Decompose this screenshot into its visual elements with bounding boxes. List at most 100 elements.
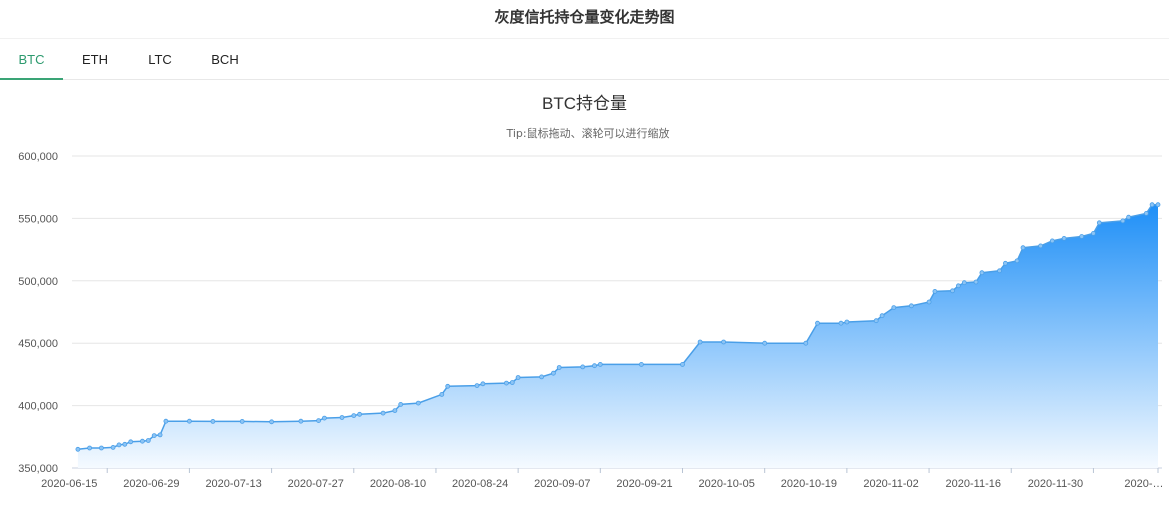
tab-bch[interactable]: BCH bbox=[194, 39, 256, 80]
x-tick-label: 2020-08-24 bbox=[452, 478, 508, 490]
data-point[interactable] bbox=[515, 375, 521, 380]
data-point[interactable] bbox=[357, 411, 363, 417]
y-tick-label: 400,000 bbox=[18, 401, 58, 413]
data-point[interactable] bbox=[415, 400, 421, 406]
data-point[interactable] bbox=[639, 361, 644, 367]
data-point[interactable] bbox=[539, 374, 544, 380]
data-point[interactable] bbox=[116, 442, 122, 448]
data-point[interactable] bbox=[838, 320, 844, 326]
data-point[interactable] bbox=[592, 363, 597, 369]
data-point[interactable] bbox=[99, 445, 104, 451]
x-tick-label: 2020-06-15 bbox=[41, 478, 97, 490]
data-point[interactable] bbox=[339, 415, 345, 420]
data-point[interactable] bbox=[1155, 202, 1161, 208]
data-point[interactable] bbox=[1149, 202, 1155, 208]
data-point[interactable] bbox=[398, 401, 404, 407]
y-tick-label: 350,000 bbox=[18, 463, 58, 475]
data-point[interactable] bbox=[580, 364, 586, 370]
data-point[interactable] bbox=[909, 303, 914, 309]
chart-area[interactable]: BTC持仓量 Tip:鼠标拖动、滚轮可以进行缩放 350,000 400,000 4… bbox=[0, 80, 1169, 505]
data-point[interactable] bbox=[551, 370, 556, 376]
tab-eth[interactable]: ETH bbox=[64, 39, 126, 80]
data-point[interactable] bbox=[697, 339, 703, 345]
data-point[interactable] bbox=[210, 418, 216, 424]
data-point[interactable] bbox=[321, 415, 327, 421]
data-point[interactable] bbox=[163, 418, 169, 424]
data-point[interactable] bbox=[961, 280, 967, 286]
data-point[interactable] bbox=[1120, 218, 1126, 224]
data-point[interactable] bbox=[474, 383, 480, 389]
data-point[interactable] bbox=[1096, 220, 1102, 226]
data-point[interactable] bbox=[145, 438, 151, 443]
data-point[interactable] bbox=[1126, 214, 1131, 220]
data-point[interactable] bbox=[128, 439, 134, 445]
data-point[interactable] bbox=[122, 441, 128, 447]
tab-btc[interactable]: BTC bbox=[0, 39, 63, 80]
btc-holdings-chart[interactable]: BTC持仓量 Tip:鼠标拖动、滚轮可以进行缩放 350,000 400,000 4… bbox=[0, 80, 1169, 505]
data-point[interactable] bbox=[879, 313, 885, 319]
x-tick-label: 2020-09-21 bbox=[616, 478, 672, 490]
data-point[interactable] bbox=[1143, 210, 1149, 216]
data-point[interactable] bbox=[480, 381, 486, 387]
y-tick-label: 500,000 bbox=[18, 276, 58, 288]
data-point[interactable] bbox=[298, 418, 304, 424]
data-point[interactable] bbox=[556, 365, 562, 370]
data-point[interactable] bbox=[950, 288, 955, 294]
page-title: 灰度信托持仓量变化走势图 bbox=[494, 8, 675, 26]
data-point[interactable] bbox=[815, 320, 820, 326]
x-axis: 2020-06-15 2020-06-29 2020-07-13 2020-07-27… bbox=[41, 468, 1164, 490]
data-point[interactable] bbox=[269, 419, 275, 425]
data-point[interactable] bbox=[803, 340, 809, 346]
y-axis: 350,000 400,000 450,000 500,000 550,000 600,0… bbox=[18, 151, 58, 475]
data-point[interactable] bbox=[110, 444, 116, 450]
series-btc[interactable] bbox=[75, 202, 1161, 468]
data-point[interactable] bbox=[186, 418, 192, 424]
data-point[interactable] bbox=[239, 418, 245, 424]
data-point[interactable] bbox=[844, 319, 850, 325]
data-point[interactable] bbox=[75, 446, 81, 452]
x-tick-label: 2020-10-19 bbox=[781, 478, 837, 490]
x-tick-label: 2020-06-29 bbox=[123, 478, 179, 490]
data-point[interactable] bbox=[932, 288, 938, 294]
data-point[interactable] bbox=[392, 408, 398, 414]
x-tick-label: 2020-08-10 bbox=[370, 478, 426, 490]
data-point[interactable] bbox=[151, 433, 157, 439]
x-tick-label: 2020-11-30 bbox=[1028, 478, 1083, 490]
data-point[interactable] bbox=[873, 318, 879, 324]
data-point[interactable] bbox=[1079, 234, 1085, 239]
data-point[interactable] bbox=[503, 380, 509, 386]
data-point[interactable] bbox=[87, 445, 92, 451]
data-point[interactable] bbox=[891, 305, 897, 311]
data-point[interactable] bbox=[956, 283, 961, 289]
data-point[interactable] bbox=[680, 361, 685, 367]
data-point[interactable] bbox=[157, 432, 163, 438]
data-point[interactable] bbox=[351, 413, 357, 419]
data-point[interactable] bbox=[1061, 235, 1067, 241]
series-area bbox=[77, 204, 1158, 468]
data-point[interactable] bbox=[926, 299, 932, 305]
data-point[interactable] bbox=[979, 270, 985, 276]
x-tick-label: 2020-10-05 bbox=[699, 478, 755, 490]
data-point[interactable] bbox=[139, 438, 145, 444]
x-tick-label: 2020-07-27 bbox=[288, 478, 344, 490]
data-point[interactable] bbox=[997, 268, 1002, 274]
x-tick-label: 2020-07-13 bbox=[205, 478, 261, 490]
data-point[interactable] bbox=[1014, 258, 1020, 264]
data-point[interactable] bbox=[509, 380, 515, 385]
tab-ltc[interactable]: LTC bbox=[128, 39, 192, 80]
data-point[interactable] bbox=[439, 391, 445, 397]
data-point[interactable] bbox=[380, 410, 386, 416]
data-point[interactable] bbox=[1020, 245, 1026, 251]
data-point[interactable] bbox=[445, 383, 451, 389]
data-point[interactable] bbox=[1038, 243, 1043, 249]
currency-tabs: BTC ETH LTC BCH bbox=[0, 38, 1169, 80]
chart-title: BTC持仓量 bbox=[542, 94, 627, 113]
data-point[interactable] bbox=[1091, 230, 1096, 236]
data-point[interactable] bbox=[762, 340, 768, 346]
data-point[interactable] bbox=[973, 279, 979, 285]
data-point[interactable] bbox=[721, 339, 726, 345]
data-point[interactable] bbox=[597, 361, 603, 367]
data-point[interactable] bbox=[316, 418, 322, 424]
data-point[interactable] bbox=[1003, 260, 1008, 266]
data-point[interactable] bbox=[1049, 238, 1055, 244]
